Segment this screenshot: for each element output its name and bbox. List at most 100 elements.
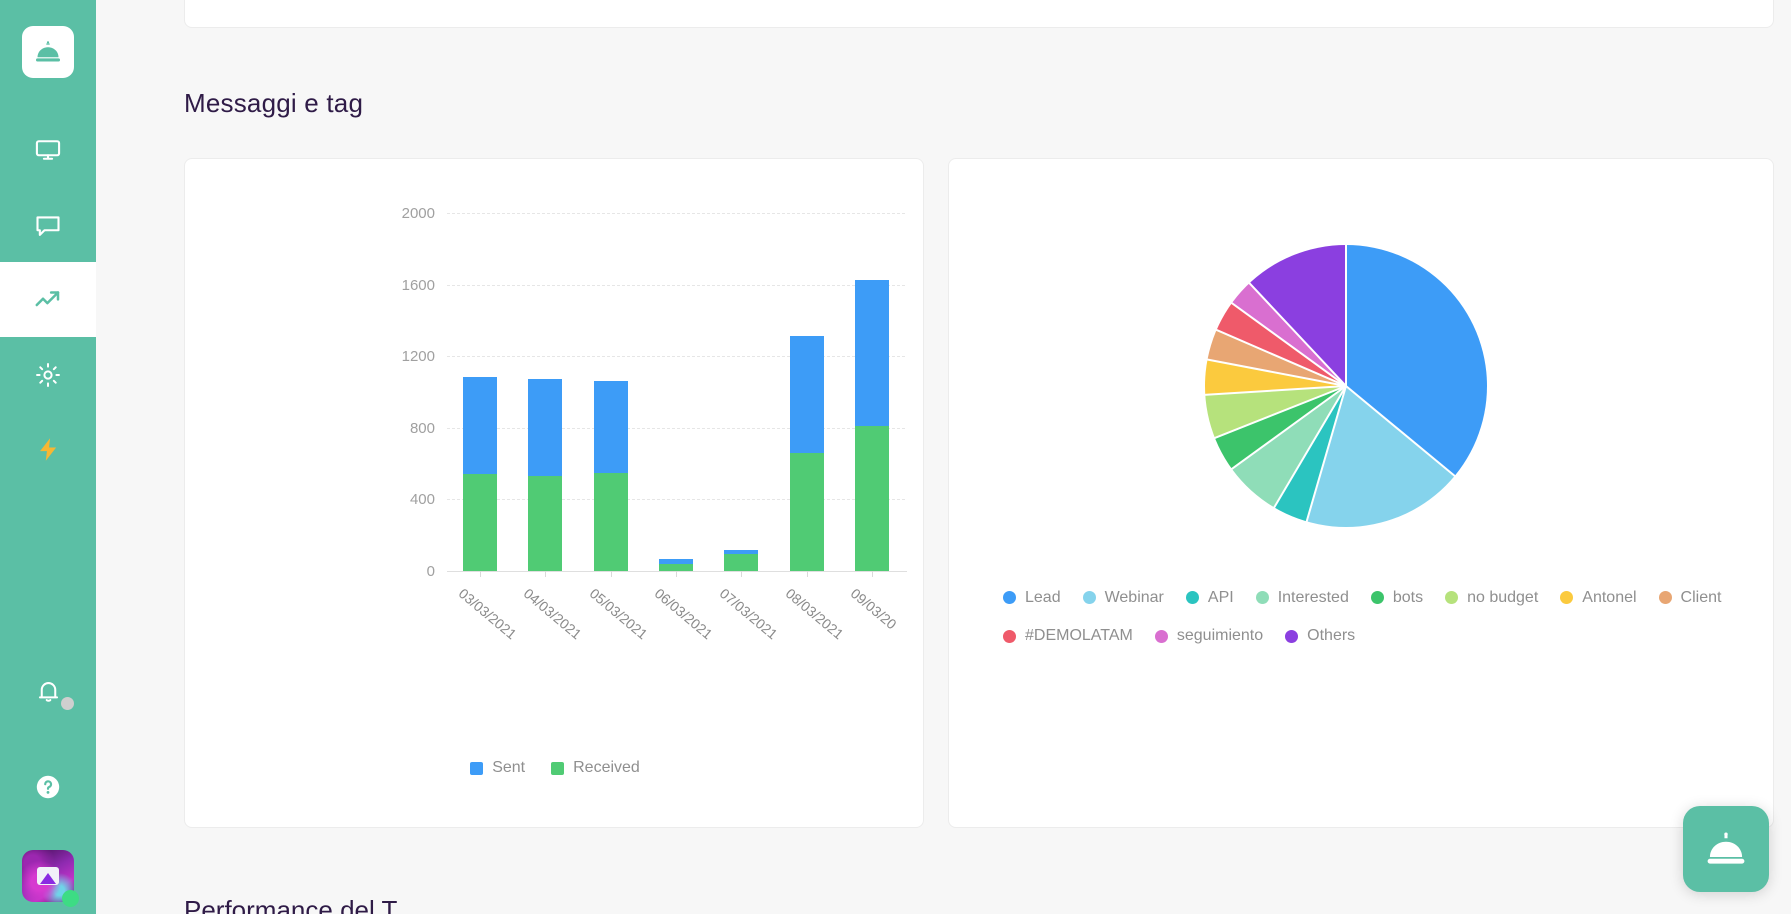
bar-group[interactable] bbox=[724, 550, 759, 571]
bar-segment-sent[interactable] bbox=[789, 336, 824, 453]
legend-item[interactable]: bots bbox=[1370, 584, 1424, 612]
legend-item[interactable]: Lead bbox=[1003, 584, 1061, 612]
legend-label: Received bbox=[573, 759, 640, 776]
notification-bell-wrap bbox=[26, 670, 74, 714]
service-bell-icon bbox=[1707, 832, 1745, 864]
x-axis-tick-label: 03/03/2021 bbox=[455, 585, 520, 643]
legend-label: Others bbox=[1307, 627, 1356, 645]
y-axis-tick-label: 2000 bbox=[401, 204, 435, 222]
bar-chart-plot: 2000 1600 1200 800 400 0 03/03/2021 04/03/2021… bbox=[185, 159, 925, 759]
lightning-bolt-icon bbox=[39, 438, 56, 461]
bar-segment-sent[interactable] bbox=[593, 381, 628, 474]
x-axis-tick bbox=[545, 571, 547, 577]
bar-group[interactable] bbox=[789, 336, 824, 571]
y-axis-tick-label: 400 bbox=[409, 491, 435, 509]
sidebar-item-automation[interactable] bbox=[0, 412, 96, 487]
sidebar-item-help[interactable] bbox=[0, 749, 96, 824]
x-axis-tick-label: 06/03/2021 bbox=[651, 585, 716, 643]
legend-swatch bbox=[1560, 591, 1574, 605]
legend-item[interactable]: Interested bbox=[1255, 584, 1349, 612]
sidebar-item-analytics[interactable] bbox=[0, 262, 96, 337]
service-bell-logo-icon bbox=[36, 41, 60, 62]
y-axis-tick-label: 1200 bbox=[401, 348, 435, 366]
x-axis-tick bbox=[806, 571, 808, 577]
bar-group[interactable] bbox=[855, 280, 890, 571]
legend-swatch bbox=[1285, 629, 1299, 643]
legend-swatch bbox=[1185, 591, 1199, 605]
legend-swatch bbox=[1003, 591, 1016, 605]
legend-item[interactable]: Others bbox=[1285, 623, 1355, 651]
tags-pie-chart[interactable] bbox=[1204, 244, 1487, 527]
bar-chart-legend: Sent Received bbox=[185, 759, 925, 777]
y-axis-tick-label: 1600 bbox=[401, 276, 435, 294]
bar-group[interactable] bbox=[659, 559, 693, 571]
x-axis-tick-label: 05/03/2021 bbox=[586, 585, 651, 643]
chat-bubble-icon bbox=[36, 215, 60, 236]
legend-item[interactable]: Webinar bbox=[1082, 584, 1164, 612]
sidebar-item-settings[interactable] bbox=[0, 337, 96, 412]
legend-item[interactable]: seguimiento bbox=[1154, 623, 1263, 651]
bar-segment-received[interactable] bbox=[789, 452, 824, 571]
legend-label: #DEMOLATAM bbox=[1025, 627, 1133, 645]
x-axis-line bbox=[447, 571, 907, 572]
pie-chart-legend: Lead Webinar API Interested bots no budget Ant… bbox=[1003, 584, 1791, 650]
legend-label: Lead bbox=[1025, 588, 1061, 606]
legend-item[interactable]: #DEMOLATAM bbox=[1003, 623, 1133, 651]
bar-segment-received[interactable] bbox=[593, 473, 628, 571]
pie-slice-separator bbox=[1230, 385, 1347, 471]
legend-item[interactable]: Antonel bbox=[1560, 584, 1637, 612]
legend-item[interactable]: API bbox=[1185, 584, 1234, 612]
legend-item[interactable]: Received bbox=[551, 759, 640, 777]
bar-segment-sent[interactable] bbox=[462, 376, 497, 475]
legend-swatch bbox=[551, 761, 565, 775]
monitor-icon bbox=[35, 139, 61, 160]
x-axis-tick-label: 09/03/20 bbox=[847, 585, 901, 633]
messages-bar-chart-card: 2000 1600 1200 800 400 0 03/03/2021 04/03/2021… bbox=[184, 158, 924, 828]
legend-swatch bbox=[1370, 591, 1384, 605]
legend-item[interactable]: Sent bbox=[470, 759, 525, 777]
bar-chart-y-axis: 2000 1600 1200 800 400 0 bbox=[375, 159, 435, 759]
bar-chart-bars bbox=[447, 195, 905, 571]
bar-group[interactable] bbox=[528, 379, 563, 571]
legend-label: Client bbox=[1680, 588, 1722, 606]
y-axis-tick-label: 0 bbox=[426, 563, 435, 580]
trend-up-icon bbox=[35, 290, 60, 306]
legend-swatch bbox=[1658, 591, 1672, 605]
bar-group[interactable] bbox=[593, 381, 628, 571]
avatar-peak bbox=[40, 873, 56, 884]
bar-segment-received[interactable] bbox=[724, 554, 759, 571]
bar-group[interactable] bbox=[462, 376, 497, 571]
legend-swatch bbox=[470, 761, 484, 775]
legend-label: API bbox=[1207, 588, 1234, 606]
sidebar-item-dashboard[interactable] bbox=[0, 112, 96, 187]
x-axis-tick bbox=[479, 571, 481, 577]
legend-item[interactable]: no budget bbox=[1445, 584, 1538, 612]
legend-swatch bbox=[1003, 629, 1016, 643]
bar-segment-received[interactable] bbox=[855, 425, 890, 571]
app-logo[interactable] bbox=[22, 26, 74, 78]
bar-segment-sent[interactable] bbox=[855, 280, 890, 426]
bar-segment-sent[interactable] bbox=[528, 379, 563, 477]
x-axis-tick bbox=[741, 571, 743, 577]
legend-label: no budget bbox=[1467, 588, 1539, 606]
sidebar-item-notifications[interactable] bbox=[0, 654, 96, 729]
x-axis-tick bbox=[610, 571, 612, 577]
main-content: Messaggi e tag 2000 1600 1200 800 400 0 03/03… bbox=[96, 0, 1791, 914]
bar-segment-received[interactable] bbox=[528, 476, 563, 571]
bar-segment-received[interactable] bbox=[659, 563, 693, 571]
support-fab-button[interactable] bbox=[1683, 806, 1769, 892]
sidebar-item-chat[interactable] bbox=[0, 187, 96, 262]
user-avatar-wrap[interactable] bbox=[22, 850, 79, 907]
legend-swatch bbox=[1255, 591, 1269, 605]
legend-label: bots bbox=[1392, 588, 1424, 606]
gear-icon bbox=[36, 362, 60, 387]
x-axis-tick bbox=[676, 571, 677, 577]
bar-segment-received[interactable] bbox=[462, 474, 497, 571]
bell-icon bbox=[38, 682, 58, 702]
legend-label: Sent bbox=[492, 759, 526, 776]
legend-item[interactable]: Client bbox=[1658, 584, 1722, 612]
x-axis-tick-label: 07/03/2021 bbox=[717, 585, 782, 643]
x-axis-tick-label: 08/03/2021 bbox=[782, 585, 847, 643]
pie-slice-separator bbox=[1305, 385, 1347, 523]
avatar-image bbox=[37, 867, 59, 885]
